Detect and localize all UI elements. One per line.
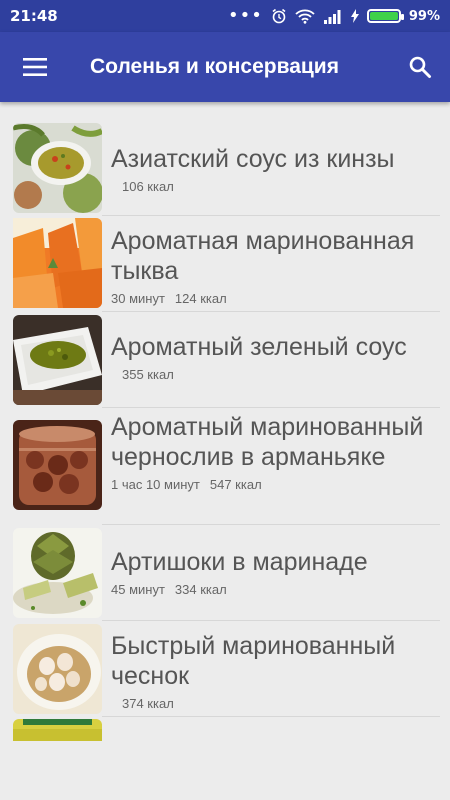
recipe-time: 45 минут	[111, 582, 165, 597]
status-bar: 21:48 ••• 99%	[0, 0, 450, 32]
wifi-icon	[295, 9, 315, 24]
recipe-thumbnail	[13, 624, 102, 714]
more-notifications-icon: •••	[228, 5, 263, 26]
recipe-meta: 1 час 10 минут 547 ккал	[111, 477, 438, 492]
search-icon[interactable]	[390, 32, 450, 102]
list-item[interactable]: Азиатский соус из кинзы 106 ккал	[0, 118, 450, 216]
recipe-kcal: 355 ккал	[122, 367, 174, 382]
recipe-title: Азиатский соус из кинзы	[111, 145, 395, 173]
recipe-kcal: 124 ккал	[174, 291, 227, 306]
list-item[interactable]: Ароматная маринованная тыква 30 минут 124…	[0, 216, 450, 312]
recipe-kcal: 547 ккал	[209, 477, 262, 492]
signal-icon	[323, 9, 341, 24]
list-item[interactable]: Ароматный зеленый соус 355 ккал	[0, 312, 450, 408]
list-item[interactable]: Ароматный маринованный чернослив в арман…	[0, 408, 450, 525]
recipe-meta: 374 ккал	[111, 696, 438, 711]
battery-icon	[366, 9, 404, 23]
recipe-title: Артишоки в маринаде	[111, 548, 368, 576]
recipe-title: Быстрый маринованный чеснок	[111, 632, 396, 690]
alarm-icon	[272, 8, 286, 24]
recipe-meta: 355 ккал	[111, 367, 438, 382]
battery-percent: 99%	[408, 8, 440, 24]
status-time: 21:48	[10, 7, 58, 25]
recipe-title: Ароматный зеленый соус	[111, 333, 407, 361]
recipe-thumbnail	[13, 315, 102, 405]
app-bar: Соленья и консервация	[0, 32, 450, 102]
list-item[interactable]: Артишоки в маринаде 45 минут 334 ккал	[0, 525, 450, 621]
recipe-title: Ароматный маринованный чернослив в арман…	[111, 413, 424, 471]
recipe-kcal: 334 ккал	[174, 582, 227, 597]
recipe-thumbnail	[13, 123, 102, 213]
recipe-meta: 106 ккал	[111, 179, 438, 194]
recipe-kcal: 106 ккал	[122, 179, 174, 194]
recipe-thumbnail	[13, 528, 102, 618]
status-icons: ••• 99%	[228, 5, 440, 26]
recipe-kcal: 374 ккал	[122, 696, 174, 711]
recipe-info: Азиатский соус из кинзы 106 ккал	[111, 144, 438, 194]
hamburger-menu-icon[interactable]	[0, 32, 70, 102]
recipe-info: Быстрый маринованный чеснок 374 ккал	[111, 631, 438, 711]
list-item[interactable]	[0, 717, 450, 747]
recipe-info: Ароматная маринованная тыква 30 минут 124…	[111, 226, 438, 306]
recipe-title: Ароматная маринованная тыква	[111, 227, 415, 285]
page-title: Соленья и консервация	[90, 55, 339, 78]
charging-icon	[350, 9, 359, 23]
recipe-meta: 30 минут 124 ккал	[111, 291, 438, 306]
list-item[interactable]: Быстрый маринованный чеснок 374 ккал	[0, 621, 450, 717]
recipe-thumbnail	[13, 218, 102, 308]
recipe-thumbnail	[13, 719, 102, 741]
recipe-info: Артишоки в маринаде 45 минут 334 ккал	[111, 547, 438, 597]
recipe-meta: 45 минут 334 ккал	[111, 582, 438, 597]
recipe-list: Азиатский соус из кинзы 106 ккал Ароматн…	[0, 118, 450, 747]
recipe-info: Ароматный зеленый соус 355 ккал	[111, 332, 438, 382]
battery-level	[369, 12, 398, 20]
recipe-time: 1 час 10 минут	[111, 477, 200, 492]
recipe-thumbnail	[13, 420, 102, 510]
recipe-time: 30 минут	[111, 291, 165, 306]
recipe-info: Ароматный маринованный чернослив в арман…	[111, 412, 438, 492]
